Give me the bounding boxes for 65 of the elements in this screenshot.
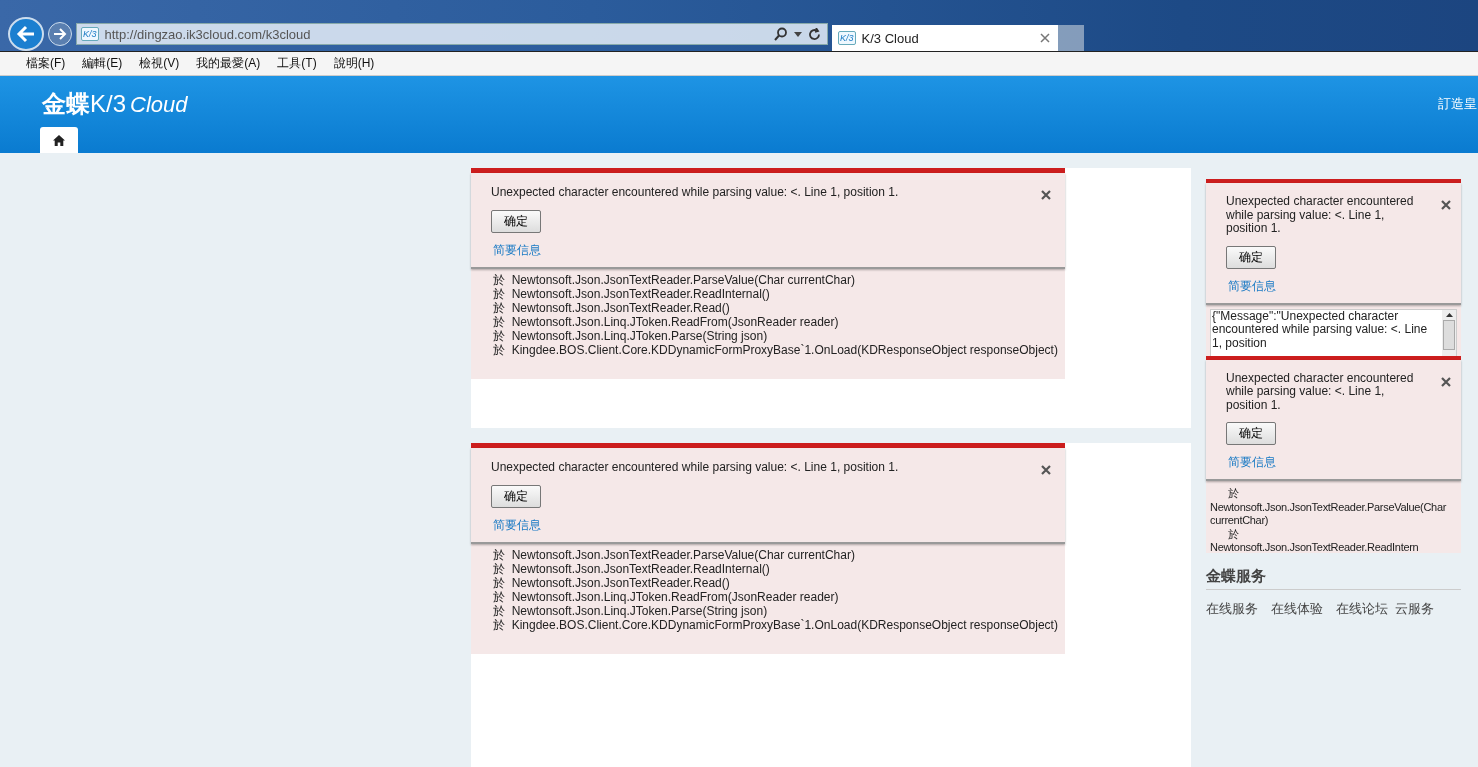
menu-item[interactable]: 工具(T)	[277, 55, 317, 72]
logo: 金蝶K/3 Cloud	[42, 89, 188, 119]
stack-trace-line: 於 Newtonsoft.Json.JsonTextReader.Read()	[493, 301, 731, 315]
detail-text-area[interactable]: {"Message":"Unexpected character encountered while parsing value: <. Line 1, position	[1210, 308, 1457, 356]
home-tab[interactable]	[40, 127, 78, 153]
site-icon: K/3	[81, 27, 99, 41]
address-bar[interactable]: K/3 http://dingzao.ik3cloud.com/k3cloud	[76, 23, 828, 45]
confirm-button[interactable]: 确定	[1226, 245, 1276, 269]
home-icon	[53, 134, 65, 146]
forward-button[interactable]	[48, 22, 72, 46]
browser-tab[interactable]: K/3 K/3 Cloud	[832, 25, 1058, 51]
scroll-up-icon[interactable]	[1445, 312, 1453, 317]
stack-trace-line: 於 Newtonsoft.Json.Linq.JToken.ReadFrom(JsonReader reader)	[493, 590, 840, 604]
tab-title: K/3 Cloud	[861, 30, 919, 46]
summary-link[interactable]: 简要信息	[493, 242, 541, 259]
stack-trace-line: Newtonsoft.Json.JsonTextReader.ParseValue(Char currentChar)	[1210, 500, 1448, 528]
stack-trace-line: Newtonsoft.Json.JsonTextReader.ReadIntern	[1210, 541, 1420, 553]
confirm-button[interactable]: 确定	[491, 485, 541, 508]
stack-trace-line: 於 Newtonsoft.Json.JsonTextReader.Read()	[493, 576, 731, 590]
url-text: http://dingzao.ik3cloud.com/k3cloud	[104, 26, 311, 42]
arrow-left-icon	[16, 25, 36, 43]
stack-trace-line: 於 Newtonsoft.Json.Linq.JToken.ReadFrom(JsonReader reader)	[493, 315, 840, 329]
close-icon[interactable]	[1040, 33, 1050, 43]
section-title: 金蝶服务	[1206, 567, 1461, 590]
error-message: Unexpected character encountered while parsing value: <. Line 1, position 1.	[491, 185, 899, 199]
menu-item[interactable]: 說明(H)	[333, 55, 375, 72]
error-message: Unexpected character encountered while parsing value: <. Line 1, position 1.	[491, 460, 899, 474]
service-link[interactable]: 在线论坛	[1336, 600, 1388, 618]
close-icon[interactable]	[1041, 465, 1051, 475]
stack-trace-line: 於 Newtonsoft.Json.JsonTextReader.ParseValue(Char currentChar)	[493, 273, 856, 287]
stack-trace-line: 於	[1227, 527, 1240, 541]
confirm-button[interactable]: 确定	[1226, 422, 1276, 445]
error-message: Unexpected character encountered while parsing value: <. Line 1, position 1.	[1226, 195, 1415, 236]
error-message: Unexpected character encountered while parsing value: <. Line 1, position 1.	[1226, 371, 1415, 412]
service-link[interactable]: 云服务	[1395, 600, 1434, 618]
service-link[interactable]: 在线体验	[1271, 600, 1323, 618]
menu-item[interactable]: 檔案(F)	[26, 55, 66, 72]
summary-link[interactable]: 简要信息	[1228, 277, 1276, 295]
stack-trace-line: 於 Newtonsoft.Json.JsonTextReader.ParseValue(Char currentChar)	[493, 548, 856, 562]
close-icon[interactable]	[1441, 200, 1451, 210]
site-icon: K/3	[838, 31, 856, 45]
user-name[interactable]: 訂造皇	[1438, 95, 1478, 113]
stack-trace-line: 於 Kingdee.BOS.Client.Core.KDDynamicFormProxyBase`1.OnLoad(KDResponseObject responseObject)	[493, 343, 1059, 357]
stack-trace-line: 於 Newtonsoft.Json.Linq.JToken.Parse(String json)	[493, 329, 769, 343]
detail-text: {"Message":"Unexpected character encountered while parsing value: <. Line 1, position	[1211, 309, 1429, 352]
stack-trace-line: 於 Newtonsoft.Json.Linq.JToken.Parse(String json)	[493, 604, 769, 618]
summary-link[interactable]: 简要信息	[493, 517, 541, 534]
summary-link[interactable]: 简要信息	[1228, 454, 1276, 471]
close-icon[interactable]	[1041, 190, 1051, 200]
stack-trace-line: 於 Newtonsoft.Json.JsonTextReader.ReadInternal()	[493, 562, 771, 576]
menu-item[interactable]: 編輯(E)	[82, 55, 123, 72]
back-button[interactable]	[8, 17, 44, 51]
arrow-right-icon	[53, 28, 67, 40]
close-icon[interactable]	[1441, 376, 1451, 387]
stack-trace-line: 於 Newtonsoft.Json.JsonTextReader.ReadInternal()	[493, 287, 771, 301]
menu-item[interactable]: 檢視(V)	[139, 55, 180, 72]
refresh-icon[interactable]	[808, 27, 821, 41]
menu-item[interactable]: 我的最愛(A)	[196, 55, 261, 72]
service-link[interactable]: 在线服务	[1206, 600, 1258, 618]
stack-trace-line: 於 Kingdee.BOS.Client.Core.KDDynamicFormProxyBase`1.OnLoad(KDResponseObject responseObject)	[493, 618, 1059, 632]
caret-icon[interactable]	[794, 31, 802, 37]
search-icon[interactable]	[774, 27, 788, 41]
stack-trace-line: 於	[1227, 487, 1240, 501]
confirm-button[interactable]: 确定	[491, 210, 541, 233]
scrollbar[interactable]	[1442, 309, 1456, 356]
